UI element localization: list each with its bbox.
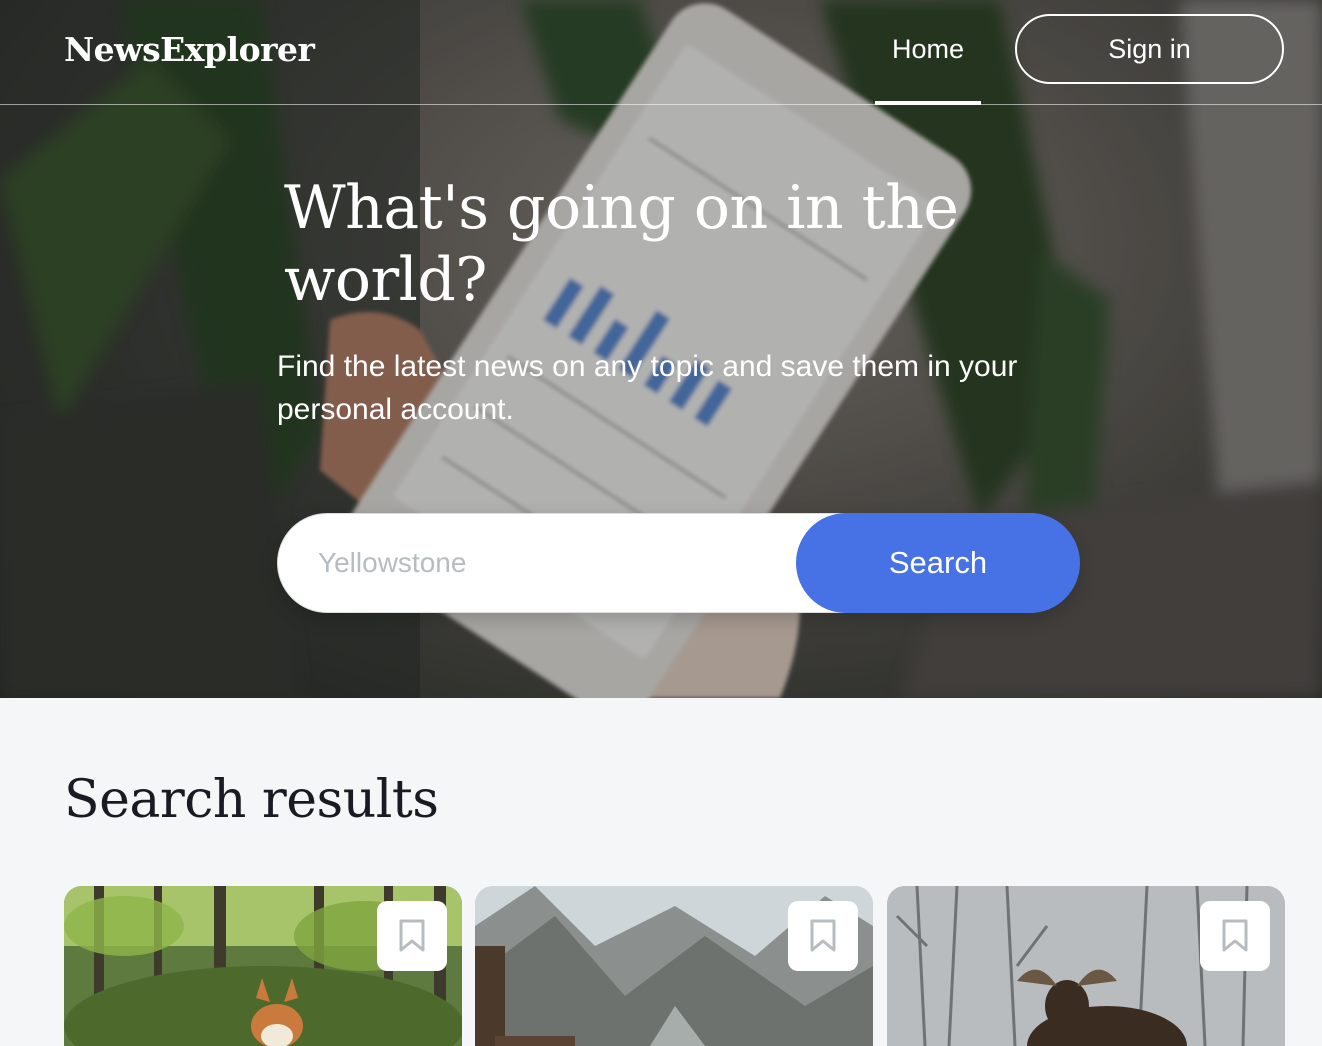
site-logo[interactable]: NewsExplorer [64,30,315,69]
hero-title: What's going on in the world? [284,173,959,315]
hero-subtitle: Find the latest news on any topic and sa… [277,350,1018,426]
bookmark-icon [810,919,836,952]
bookmark-icon [399,919,425,952]
news-card[interactable] [64,886,462,1046]
nav-home-label: Home [891,34,965,64]
search-button[interactable]: Search [796,513,1080,613]
search-results-title: Search results [64,770,439,830]
bookmark-button[interactable] [377,901,447,971]
bookmark-icon [1222,919,1248,952]
site-header: NewsExplorer Home Sign in [0,0,1322,105]
news-card[interactable] [887,886,1285,1046]
news-card[interactable] [475,886,873,1046]
search-input[interactable] [318,514,788,612]
search-form: Search [277,513,1080,613]
hero-section: NewsExplorer Home Sign in What's going o… [0,0,1322,698]
bookmark-button[interactable] [788,901,858,971]
bookmark-button[interactable] [1200,901,1270,971]
sign-in-button[interactable]: Sign in [1015,14,1284,84]
nav-active-underline [875,101,981,105]
nav-link-home[interactable]: Home [875,0,981,105]
